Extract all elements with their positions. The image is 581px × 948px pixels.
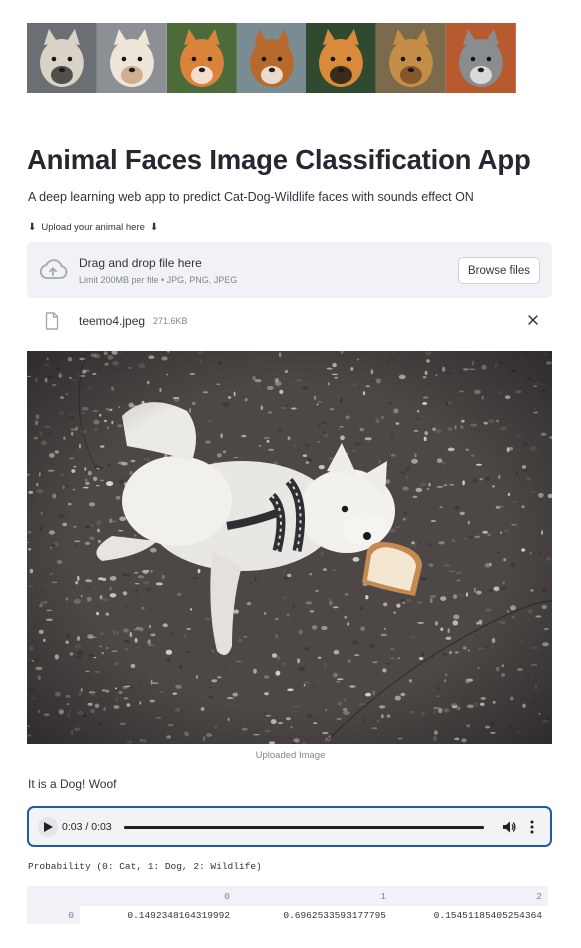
table-cell: 0.6962533593177795 [236, 906, 392, 924]
audio-progress-bar[interactable] [124, 826, 484, 829]
page-subtitle: A deep learning web app to predict Cat-D… [28, 190, 474, 204]
arrow-down-icon: ⬇ [149, 221, 159, 233]
banner-corgi-image [166, 23, 237, 93]
dropzone-title: Drag and drop file here [79, 256, 202, 270]
animal-faces-banner [27, 23, 517, 93]
table-row: 0 0.1492348164319992 0.6962533593177795 … [27, 906, 548, 924]
prediction-result: It is a Dog! Woof [28, 777, 117, 791]
cloud-upload-icon [39, 259, 68, 279]
audio-player[interactable]: 0:03 / 0:03 [27, 806, 552, 847]
uploaded-file-row: teemo4.jpeg 271.6KB [27, 305, 552, 337]
close-icon[interactable] [527, 314, 539, 326]
uploader-label-text: Upload your animal here [41, 222, 145, 233]
table-cell: 0.15451185405254364 [392, 906, 548, 924]
dog-photo-drawing [27, 351, 552, 744]
banner-tiger-image [306, 23, 377, 93]
play-button[interactable] [38, 817, 58, 837]
table-header: 0 1 2 [27, 886, 548, 906]
file-size: 271.6KB [153, 316, 188, 326]
column-header: 1 [380, 890, 386, 902]
banner-sheltie-image [236, 23, 307, 93]
play-icon [44, 822, 53, 832]
volume-icon[interactable] [502, 820, 516, 834]
row-index: 0 [68, 909, 74, 921]
header-index-cell [27, 886, 80, 906]
more-options-icon[interactable] [529, 820, 535, 834]
banner-cat-white-image [96, 23, 167, 93]
image-caption: Uploaded Image [255, 750, 326, 761]
file-icon [45, 312, 59, 330]
probability-table: 0 1 2 0 0.1492348164319992 0.69625335931… [27, 886, 548, 924]
browse-files-button[interactable]: Browse files [458, 257, 540, 284]
audio-progress-fill [124, 826, 484, 829]
column-header: 0 [224, 890, 230, 902]
uploaded-image [27, 351, 552, 744]
arrow-down-icon: ⬇ [28, 221, 37, 233]
dropzone-limit: Limit 200MB per file • JPG, PNG, JPEG [79, 275, 238, 285]
audio-time: 0:03 / 0:03 [62, 821, 112, 833]
file-dropzone[interactable]: Drag and drop file here Limit 200MB per … [27, 242, 552, 298]
page-title: Animal Faces Image Classification App [27, 144, 531, 175]
uploader-label: ⬇ Upload your animal here ⬇ [28, 222, 158, 233]
probability-label: Probability (0: Cat, 1: Dog, 2: Wildlife… [28, 861, 262, 872]
banner-cat-tabby-image [27, 23, 97, 93]
banner-lion-image [376, 23, 447, 93]
banner-wolf-image [446, 23, 517, 93]
table-cell: 0.1492348164319992 [80, 906, 236, 924]
file-name: teemo4.jpeg [79, 314, 146, 328]
column-header: 2 [536, 890, 542, 902]
